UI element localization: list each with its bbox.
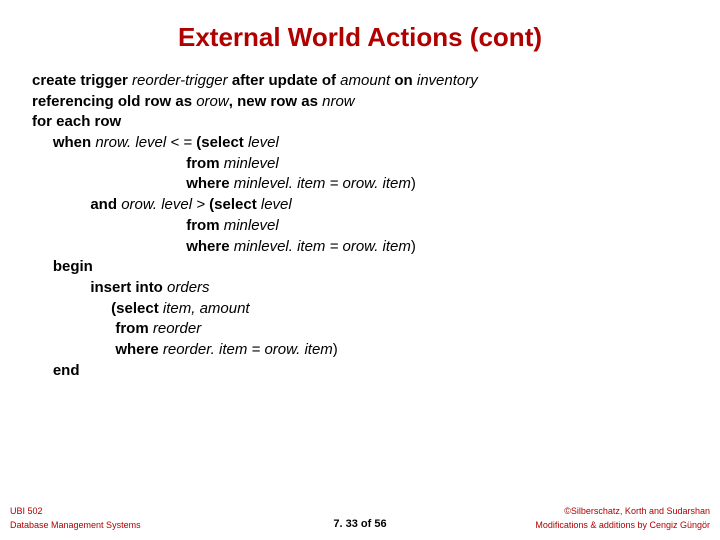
t: referencing old row as [32,93,196,110]
t: on [394,72,417,89]
t: item, amount [163,300,250,317]
t: ) [333,341,338,358]
t: for each row [32,113,121,130]
t: level [261,196,292,213]
t: begin [32,258,93,275]
t: (select [209,196,261,213]
t: minlevel. item = orow. item [234,238,411,255]
t: reorder. item = orow. item [163,341,333,358]
t: (select [32,300,163,317]
t: , new row as [229,93,322,110]
t: inventory [417,72,478,89]
t: minlevel [224,155,279,172]
t: minlevel [224,217,279,234]
t: (select [196,134,248,151]
t: amount [340,72,394,89]
t: insert into [32,279,167,296]
code-block: create trigger reorder-trigger after upd… [0,71,720,381]
t: where [32,341,163,358]
t: nrow. level < = [95,134,196,151]
t: from [32,217,224,234]
t: end [32,362,80,379]
footer: UBI 502 ©Silberschatz, Korth and Sudarsh… [0,504,720,530]
footer-mods: Modifications & additions by Cengiz Güng… [479,520,710,530]
t: orders [167,279,210,296]
t: when [32,134,95,151]
slide-title: External World Actions (cont) [0,0,720,71]
t: and [32,196,121,213]
t: level [248,134,279,151]
footer-page: 7. 33 of 56 [245,518,476,530]
footer-course: UBI 502 [10,506,241,516]
t: nrow [322,93,355,110]
t: where [32,175,234,192]
t: reorder [153,320,201,337]
t: after update of [232,72,340,89]
t: minlevel. item = orow. item [234,175,411,192]
t: reorder-trigger [132,72,232,89]
t: ) [411,175,416,192]
t: from [32,155,224,172]
t: where [32,238,234,255]
t: ) [411,238,416,255]
footer-copyright: ©Silberschatz, Korth and Sudarshan [479,506,710,516]
t: from [32,320,153,337]
t: orow. level > [121,196,209,213]
t: orow [196,93,229,110]
t: create trigger [32,72,132,89]
footer-dbms: Database Management Systems [10,520,241,530]
